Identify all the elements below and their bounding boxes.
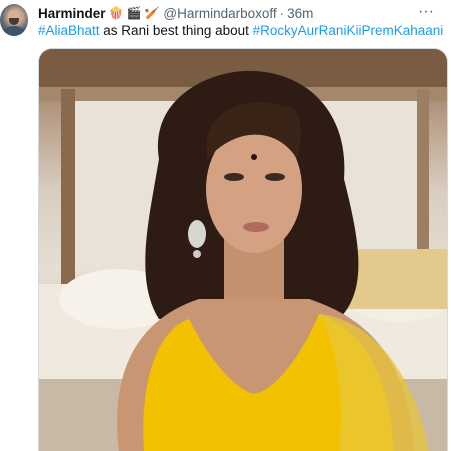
tweet-header: Harminder 🍿 🎬 🏏 @Harmindarboxoff · 36m (38, 4, 313, 22)
tweet-text-body: as Rani best thing about (99, 23, 253, 38)
lips (243, 222, 269, 232)
bindi (251, 154, 257, 160)
cricket-icon: 🏏 (144, 6, 160, 20)
user-handle[interactable]: @Harmindarboxoff (163, 6, 276, 21)
left-eye (224, 173, 244, 181)
hashtag-link[interactable]: #RockyAurRaniKiiPremKahaani (253, 23, 444, 38)
avatar[interactable] (0, 4, 28, 36)
avatar-shoulder (1, 26, 27, 36)
display-name[interactable]: Harminder (38, 6, 106, 21)
separator-dot: · (279, 5, 285, 21)
hashtag-link[interactable]: #AliaBhatt (38, 23, 100, 38)
more-options-button[interactable]: ··· (415, 2, 437, 22)
more-icon: ··· (418, 3, 434, 20)
popcorn-icon: 🍿 (108, 6, 124, 20)
earring (188, 220, 206, 248)
clapperboard-icon: 🎬 (126, 6, 142, 20)
tweet-text: #AliaBhatt as Rani best thing about #Roc… (38, 23, 443, 38)
timestamp[interactable]: 36m (287, 6, 313, 21)
earring-drop (193, 250, 201, 258)
tweet-media-image[interactable] (38, 48, 448, 451)
avatar-beard (9, 18, 19, 25)
right-eye (265, 173, 285, 181)
photo-icon (39, 49, 447, 451)
tweet-card[interactable]: Harminder 🍿 🎬 🏏 @Harmindarboxoff · 36m ·… (0, 0, 451, 451)
